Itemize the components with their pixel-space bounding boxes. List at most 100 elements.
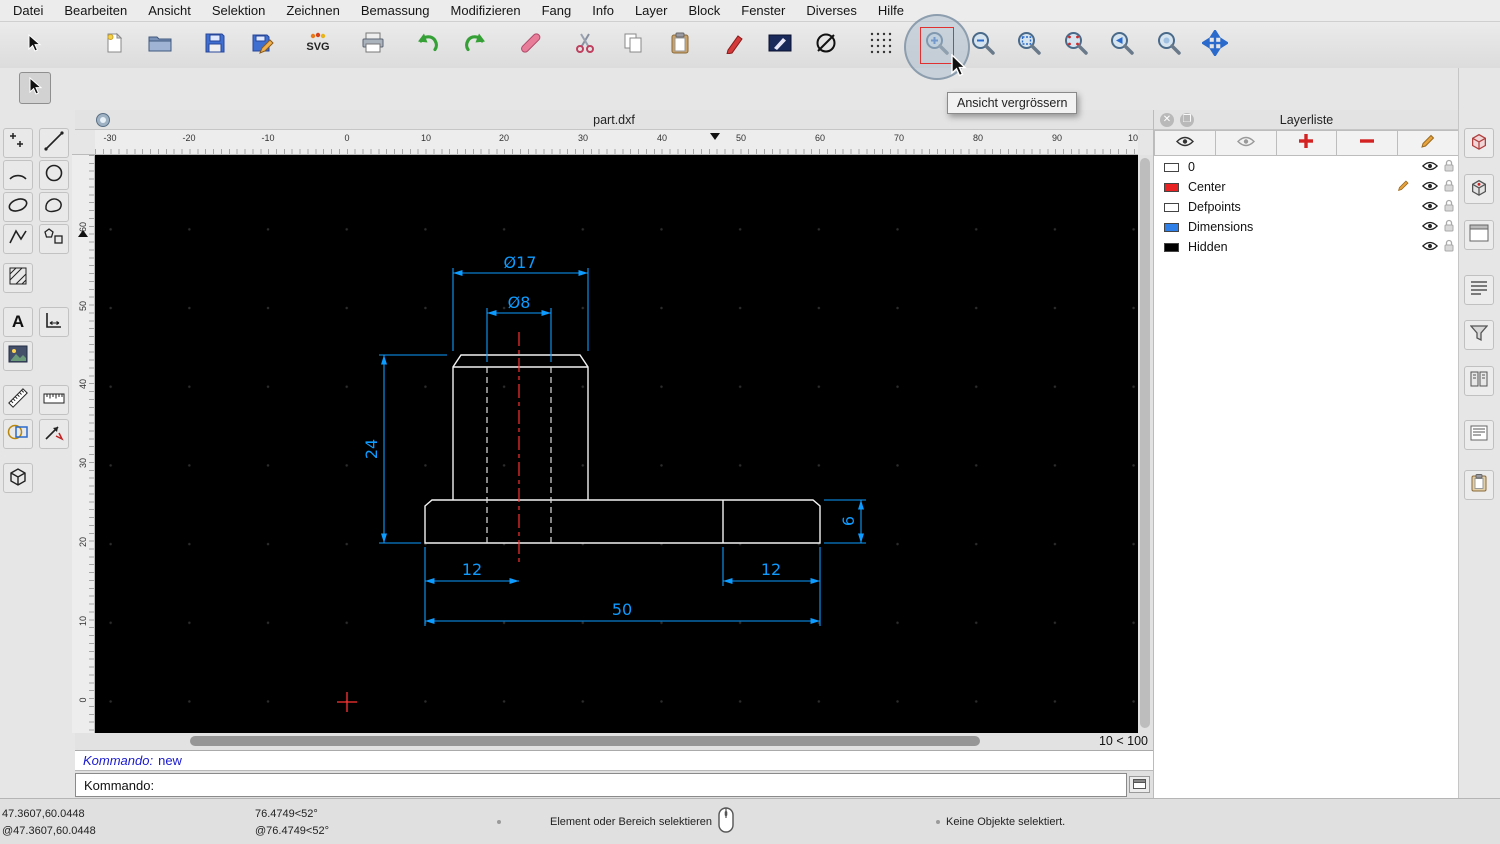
zoom-selection-button[interactable]	[1061, 30, 1091, 60]
menu-info[interactable]: Info	[592, 3, 614, 18]
palette-text-tool[interactable]: A	[3, 307, 33, 337]
palette-polyline-tool[interactable]	[3, 224, 33, 254]
menu-fenster[interactable]: Fenster	[741, 3, 785, 18]
layer-row-center[interactable]: Center	[1154, 177, 1459, 197]
command-input[interactable]	[160, 775, 1126, 795]
horizontal-scrollbar[interactable]: 10 < 100	[75, 733, 1153, 750]
remove-layer-button[interactable]	[1337, 130, 1398, 156]
edit-attributes-button[interactable]	[765, 30, 795, 60]
layer-lock-icon[interactable]	[1443, 159, 1455, 175]
menu-bearbeiten[interactable]: Bearbeiten	[64, 3, 127, 18]
layer-visibility-icon[interactable]	[1422, 220, 1438, 234]
palette-image-tool[interactable]	[3, 341, 33, 371]
menu-zeichnen[interactable]: Zeichnen	[286, 3, 339, 18]
open-file-button[interactable]	[145, 30, 175, 60]
add-layer-button[interactable]	[1277, 130, 1338, 156]
menu-bemassung[interactable]: Bemassung	[361, 3, 430, 18]
show-all-layers-button[interactable]	[1154, 130, 1216, 156]
menu-layer[interactable]: Layer	[635, 3, 668, 18]
palette-dimension-tool[interactable]	[39, 307, 69, 337]
panel-toggle-selection-filter[interactable]	[1464, 320, 1494, 350]
layer-color-swatch	[1164, 163, 1179, 172]
palette-arc-tool[interactable]	[3, 160, 33, 190]
panel-toggle-layer-list[interactable]	[1464, 174, 1494, 204]
horizontal-scrollbar-thumb[interactable]	[190, 736, 980, 746]
svg-export-button[interactable]: SVG	[303, 30, 333, 60]
zoom-out-button[interactable]	[968, 30, 998, 60]
panel-toggle-block-list[interactable]	[1464, 220, 1494, 250]
layer-row-hidden[interactable]: Hidden	[1154, 237, 1459, 257]
layer-visibility-icon[interactable]	[1422, 180, 1438, 194]
palette-circle-tool[interactable]	[39, 160, 69, 190]
palette-3d-view-tool[interactable]	[3, 463, 33, 493]
drawing-canvas[interactable]: Ø17 Ø8 24 6 12 12 50	[95, 155, 1138, 733]
grid-toggle-button[interactable]	[866, 30, 896, 60]
zoom-redraw-button[interactable]	[1154, 30, 1184, 60]
vertical-scrollbar-thumb[interactable]	[1140, 158, 1150, 728]
menu-selektion[interactable]: Selektion	[212, 3, 265, 18]
panel-toggle-library-browser[interactable]	[1464, 366, 1494, 396]
vertical-scrollbar[interactable]	[1138, 155, 1153, 733]
palette-measure-ruler-tool[interactable]	[39, 385, 69, 415]
layer-visibility-icon[interactable]	[1422, 240, 1438, 254]
menu-block[interactable]: Block	[688, 3, 720, 18]
save-button[interactable]	[200, 30, 230, 60]
ruler-cursor-marker-h	[710, 133, 720, 140]
zoom-previous-button[interactable]	[1107, 30, 1137, 60]
layer-lock-icon[interactable]	[1443, 219, 1455, 235]
layer-row-0[interactable]: 0	[1154, 157, 1459, 177]
cursor-icon	[27, 77, 43, 100]
cut-button[interactable]	[570, 30, 600, 60]
auto-zoom-button[interactable]	[1200, 30, 1230, 60]
cube-red-icon	[1469, 131, 1489, 156]
print-preview-button[interactable]	[358, 30, 388, 60]
menu-fang[interactable]: Fang	[542, 3, 572, 18]
circle-diameter-button[interactable]	[811, 30, 841, 60]
menu-modifizieren[interactable]: Modifizieren	[451, 3, 521, 18]
palette-point-tool[interactable]	[3, 128, 33, 158]
panel-toggle-clipboard[interactable]	[1464, 470, 1494, 500]
part-geometry[interactable]	[425, 355, 820, 543]
layer-visibility-icon[interactable]	[1422, 200, 1438, 214]
layer-row-defpoints[interactable]: Defpoints	[1154, 197, 1459, 217]
panel-toggle-command-history[interactable]	[1464, 420, 1494, 450]
palette-polygon-tool[interactable]	[39, 224, 69, 254]
palette-hatch-tool[interactable]	[3, 263, 33, 293]
command-panel-button[interactable]	[1129, 776, 1150, 793]
palette-line-tool[interactable]	[39, 128, 69, 158]
palette-modify-tool[interactable]	[3, 419, 33, 449]
save-as-button[interactable]	[248, 30, 278, 60]
layer-lock-icon[interactable]	[1443, 199, 1455, 215]
palette-freehand-tool[interactable]	[39, 192, 69, 222]
undo-button[interactable]	[413, 30, 443, 60]
panel-toggle-property-editor[interactable]	[1464, 128, 1494, 158]
layer-lock-icon[interactable]	[1443, 179, 1455, 195]
menu-diverses[interactable]: Diverses	[806, 3, 857, 18]
layer-edit-icon[interactable]	[1397, 179, 1410, 195]
new-file-button[interactable]	[99, 30, 129, 60]
layer-visibility-icon[interactable]	[1422, 160, 1438, 174]
mouse-icon	[718, 807, 734, 836]
pen-attributes-button[interactable]	[720, 30, 750, 60]
layer-row-dimensions[interactable]: Dimensions	[1154, 217, 1459, 237]
cube-icon	[7, 465, 29, 492]
select-tool-button[interactable]	[19, 30, 49, 60]
palette-measure-distance-tool[interactable]	[3, 385, 33, 415]
palette-trim-tool[interactable]	[39, 419, 69, 449]
undo-icon	[416, 32, 440, 59]
redo-button[interactable]	[460, 30, 490, 60]
panel-toggle-view-list[interactable]	[1464, 275, 1494, 305]
zoom-window-button[interactable]	[1014, 30, 1044, 60]
layer-lock-icon[interactable]	[1443, 239, 1455, 255]
delete-button[interactable]	[515, 30, 545, 60]
dimension-lines[interactable]	[379, 268, 866, 626]
toggle-layer-visibility-button[interactable]	[1216, 130, 1277, 156]
menu-ansicht[interactable]: Ansicht	[148, 3, 191, 18]
palette-selection-tool[interactable]	[19, 72, 51, 104]
edit-layer-button[interactable]	[1398, 130, 1459, 156]
menu-hilfe[interactable]: Hilfe	[878, 3, 904, 18]
copy-button[interactable]	[618, 30, 648, 60]
palette-ellipse-tool[interactable]	[3, 192, 33, 222]
menu-datei[interactable]: Datei	[13, 3, 43, 18]
paste-button[interactable]	[665, 30, 695, 60]
